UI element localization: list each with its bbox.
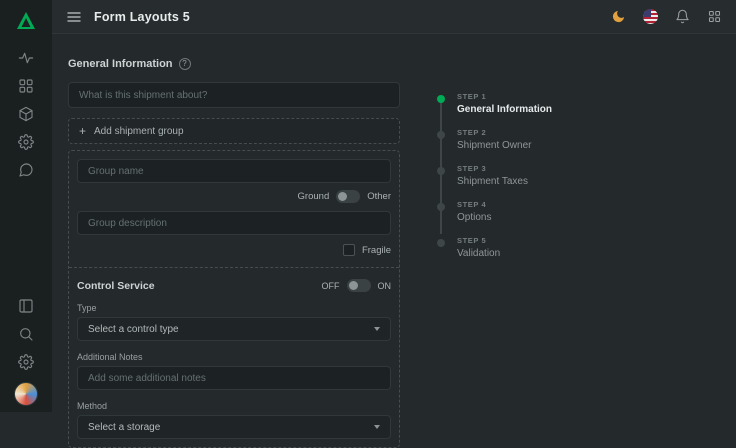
apps-menu-button[interactable] (707, 9, 722, 24)
sidebar-item-settings[interactable] (8, 348, 44, 376)
group-description-input[interactable] (77, 211, 391, 235)
step-eyebrow: STEP 1 (457, 92, 552, 101)
step-label: Shipment Owner (457, 140, 531, 151)
logo-triangle-icon (14, 9, 38, 33)
language-button[interactable] (643, 9, 658, 24)
chevron-down-icon (374, 425, 380, 429)
sidebar-item-package[interactable] (8, 100, 44, 128)
step-eyebrow: STEP 3 (457, 164, 528, 173)
step-dot (437, 203, 445, 211)
step-label: Shipment Taxes (457, 176, 528, 187)
additional-notes-label: Additional Notes (77, 352, 391, 362)
control-service-title: Control Service (77, 280, 155, 292)
moon-icon (611, 9, 626, 24)
sidebar-item-chat[interactable] (8, 156, 44, 184)
chat-icon (18, 162, 34, 178)
us-flag-icon (643, 9, 658, 24)
apps-icon (18, 78, 34, 94)
shipment-group-panel: Ground Other Fragile Control Service OFF… (68, 150, 400, 448)
sidebar-item-components[interactable] (8, 128, 44, 156)
off-on-toggle-row: OFF ON (322, 279, 392, 292)
fragile-label: Fragile (362, 245, 391, 256)
user-avatar[interactable] (14, 382, 38, 406)
add-shipment-group-button[interactable]: + Add shipment group (68, 118, 400, 144)
sidebar-item-apps[interactable] (8, 72, 44, 100)
group-name-input[interactable] (77, 159, 391, 183)
add-group-label: Add shipment group (94, 126, 184, 137)
step-dot (437, 95, 445, 103)
layout-icon (18, 298, 34, 314)
control-type-select[interactable]: Select a control type (77, 317, 391, 341)
off-on-toggle[interactable] (347, 279, 371, 292)
fragile-row: Fragile (77, 244, 391, 256)
toggle-knob (349, 281, 358, 290)
plus-icon: + (79, 124, 86, 138)
ground-label: Ground (298, 191, 330, 202)
step-dot (437, 239, 445, 247)
header-actions (611, 9, 722, 24)
step-label: Options (457, 212, 491, 223)
type-label: Type (77, 303, 391, 313)
step-eyebrow: STEP 2 (457, 128, 531, 137)
step-1-general-information[interactable]: STEP 1 General Information (437, 92, 552, 128)
step-dot (437, 131, 445, 139)
bell-icon (675, 9, 690, 24)
storage-method-value: Select a storage (88, 422, 160, 433)
help-icon[interactable]: ? (179, 58, 191, 70)
toggle-knob (338, 192, 347, 201)
on-label: ON (378, 281, 392, 291)
step-eyebrow: STEP 4 (457, 200, 491, 209)
step-3-shipment-taxes[interactable]: STEP 3 Shipment Taxes (437, 164, 552, 200)
ground-other-toggle-row: Ground Other (77, 190, 391, 203)
other-label: Other (367, 191, 391, 202)
section-title-text: General Information (68, 58, 173, 70)
section-title: General Information ? (68, 58, 400, 70)
fragile-checkbox[interactable] (343, 244, 355, 256)
menu-toggle-button[interactable] (66, 9, 82, 25)
apps-grid-icon (707, 9, 722, 24)
control-service-header: Control Service OFF ON (77, 279, 391, 292)
search-icon (18, 326, 34, 342)
settings-gear-icon (18, 354, 34, 370)
app-logo[interactable] (11, 6, 41, 36)
hamburger-icon (66, 9, 82, 25)
form-section: General Information ? + Add shipment gro… (68, 58, 400, 448)
step-label: Validation (457, 248, 500, 259)
sidebar-item-layout[interactable] (8, 292, 44, 320)
notifications-button[interactable] (675, 9, 690, 24)
off-label: OFF (322, 281, 340, 291)
header: Form Layouts 5 (52, 0, 736, 34)
package-icon (18, 106, 34, 122)
panel-divider (69, 267, 399, 268)
method-label: Method (77, 401, 391, 411)
chevron-down-icon (374, 327, 380, 331)
sidebar-item-search[interactable] (8, 320, 44, 348)
gear-icon (18, 134, 34, 150)
step-dot (437, 167, 445, 175)
sidebar-bottom (8, 292, 44, 406)
wizard-stepper: STEP 1 General Information STEP 2 Shipme… (437, 92, 552, 272)
ground-other-toggle[interactable] (336, 190, 360, 203)
step-4-options[interactable]: STEP 4 Options (437, 200, 552, 236)
sidebar-item-activity[interactable] (8, 44, 44, 72)
activity-icon (18, 50, 34, 66)
sidebar (0, 0, 52, 412)
control-type-value: Select a control type (88, 324, 179, 335)
shipment-about-input[interactable] (68, 82, 400, 108)
step-label: General Information (457, 104, 552, 115)
step-eyebrow: STEP 5 (457, 236, 500, 245)
additional-notes-input[interactable] (77, 366, 391, 390)
theme-toggle-button[interactable] (611, 9, 626, 24)
step-5-validation[interactable]: STEP 5 Validation (437, 236, 552, 272)
storage-method-select[interactable]: Select a storage (77, 415, 391, 439)
page-title: Form Layouts 5 (94, 10, 190, 24)
step-2-shipment-owner[interactable]: STEP 2 Shipment Owner (437, 128, 552, 164)
